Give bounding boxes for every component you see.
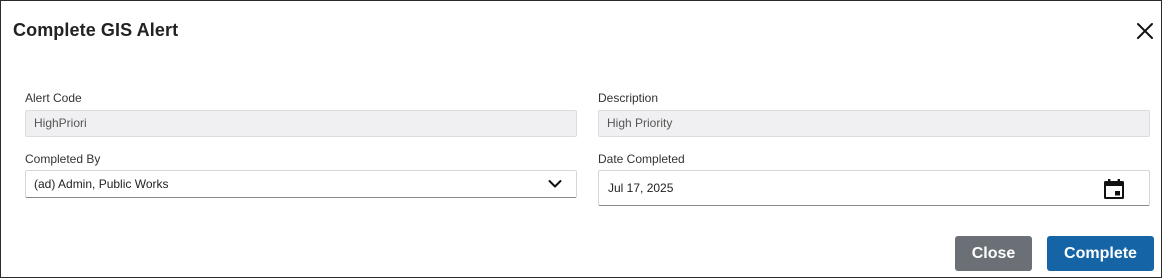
alert-code-label: Alert Code [25,91,82,105]
close-button[interactable]: Close [955,236,1032,271]
dialog-title: Complete GIS Alert [13,20,179,40]
complete-button[interactable]: Complete [1047,236,1154,271]
calendar-icon[interactable] [1103,178,1125,200]
completed-by-select[interactable]: (ad) Admin, Public Works [25,170,577,198]
chevron-down-icon [548,180,562,188]
description-field: High Priority [598,110,1150,137]
date-completed-label: Date Completed [598,152,685,166]
alert-code-field: HighPriori [25,110,577,137]
complete-gis-alert-dialog: Complete GIS Alert Alert Code HighPriori… [0,0,1162,278]
completed-by-label: Completed By [25,152,101,166]
date-completed-value: Jul 17, 2025 [608,181,674,195]
description-label: Description [598,91,659,105]
close-icon[interactable] [1134,20,1156,42]
completed-by-value: (ad) Admin, Public Works [34,177,169,191]
date-completed-field[interactable]: Jul 17, 2025 [598,170,1150,206]
